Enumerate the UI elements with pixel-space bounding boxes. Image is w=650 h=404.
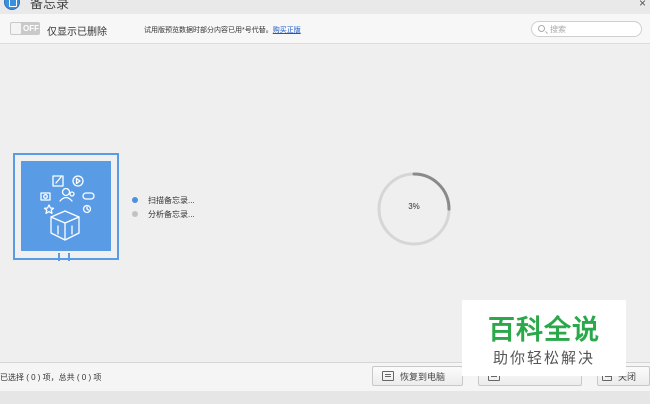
- step-active-dot-icon: [132, 197, 138, 203]
- progress-percent: 3%: [408, 202, 420, 211]
- toolbar: OFF 仅显示已删除 试用版预览数据时部分内容已用*号代替。购买正版: [0, 14, 650, 44]
- box-icon: [50, 210, 80, 224]
- app-icon: [4, 0, 20, 10]
- contacts-icon: [61, 187, 71, 197]
- scan-step-analyzing: 分析备忘录...: [132, 207, 195, 221]
- restore-button-label: 恢复到电脑: [400, 371, 446, 382]
- selection-status: 已选择 ( 0 ) 项，总共 ( 0 ) 项: [0, 373, 102, 382]
- search-box[interactable]: [531, 21, 642, 37]
- toggle-state-label: OFF: [23, 24, 39, 33]
- star-icon: [43, 204, 55, 214]
- restore-to-computer-button[interactable]: 恢复到电脑: [372, 366, 463, 386]
- search-icon: [538, 25, 545, 32]
- restore-icon: [382, 371, 394, 381]
- watermark-title: 百科全说: [488, 315, 600, 346]
- buy-license-link[interactable]: 购买正版: [273, 27, 301, 34]
- trial-notice: 试用版预览数据时部分内容已用*号代替。购买正版: [144, 25, 301, 35]
- gamepad-icon: [82, 192, 95, 200]
- trial-notice-text: 试用版预览数据时部分内容已用*号代替。: [144, 27, 273, 34]
- play-circle-icon: [72, 175, 84, 187]
- scan-step-scanning: 扫描备忘录...: [132, 193, 195, 207]
- window-close-icon[interactable]: ×: [639, 0, 646, 9]
- baike-watermark: 百科全说 助你轻松解决: [462, 300, 626, 376]
- window-title: 备忘录: [30, 0, 70, 11]
- bottom-strip: [0, 391, 650, 404]
- progress-ring: 3%: [376, 171, 452, 247]
- show-deleted-toggle[interactable]: OFF: [10, 22, 40, 35]
- scan-steps-list: 扫描备忘录... 分析备忘录...: [132, 193, 195, 221]
- step-label: 分析备忘录...: [148, 209, 195, 219]
- step-label: 扫描备忘录...: [148, 195, 195, 205]
- toggle-knob: [11, 23, 21, 34]
- show-deleted-label: 仅显示已删除: [47, 27, 107, 38]
- step-pending-dot-icon: [132, 211, 138, 217]
- watermark-subtitle: 助你轻松解决: [492, 349, 595, 367]
- search-input[interactable]: [550, 24, 638, 35]
- title-bar: 备忘录 ×: [0, 0, 650, 14]
- notes-scan-illustration: [13, 153, 119, 261]
- box-icons-graphic: [40, 175, 95, 241]
